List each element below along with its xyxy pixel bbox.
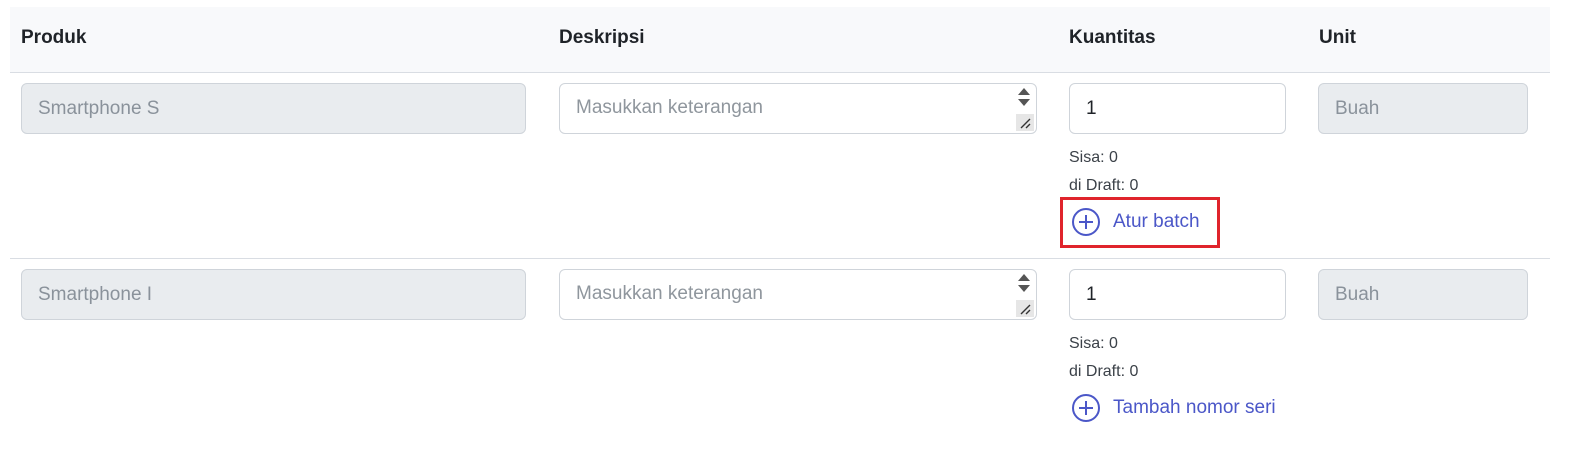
header-unit: Unit <box>1319 27 1356 48</box>
plus-circle-icon <box>1071 207 1101 237</box>
resize-grip-icon[interactable] <box>1016 114 1034 131</box>
quantity-input[interactable]: 1 <box>1069 269 1286 320</box>
scroll-up-arrow-icon[interactable] <box>1018 274 1030 281</box>
add-serial-number-button[interactable]: Tambah nomor seri <box>1071 393 1276 423</box>
header-product: Produk <box>21 27 87 48</box>
set-batch-button[interactable]: Atur batch <box>1071 207 1200 237</box>
product-field: Smartphone S <box>21 83 526 134</box>
quantity-input[interactable]: 1 <box>1069 83 1286 134</box>
scroll-down-arrow-icon[interactable] <box>1018 285 1030 292</box>
scroll-down-arrow-icon[interactable] <box>1018 99 1030 106</box>
header-description: Deskripsi <box>559 27 645 48</box>
table-row: Smartphone S Masukkan keterangan 1 Buah … <box>10 73 1550 259</box>
description-placeholder: Masukkan keterangan <box>576 283 763 304</box>
description-textarea[interactable]: Masukkan keterangan <box>559 83 1037 134</box>
plus-circle-icon <box>1071 393 1101 423</box>
unit-field: Buah <box>1318 83 1528 134</box>
set-batch-label: Atur batch <box>1113 211 1200 232</box>
header-quantity: Kuantitas <box>1069 27 1156 48</box>
draft-count-text: di Draft: 0 <box>1069 177 1139 194</box>
description-placeholder: Masukkan keterangan <box>576 97 763 118</box>
scroll-up-arrow-icon[interactable] <box>1018 88 1030 95</box>
add-serial-number-label: Tambah nomor seri <box>1113 397 1276 418</box>
draft-count-text: di Draft: 0 <box>1069 363 1139 380</box>
table-header: Produk Deskripsi Kuantitas Unit <box>10 7 1550 73</box>
description-textarea[interactable]: Masukkan keterangan <box>559 269 1037 320</box>
remaining-stock-text: Sisa: 0 <box>1069 335 1118 352</box>
remaining-stock-text: Sisa: 0 <box>1069 149 1118 166</box>
unit-field: Buah <box>1318 269 1528 320</box>
product-field: Smartphone I <box>21 269 526 320</box>
table-row: Smartphone I Masukkan keterangan 1 Buah … <box>10 259 1550 449</box>
resize-grip-icon[interactable] <box>1016 300 1034 317</box>
